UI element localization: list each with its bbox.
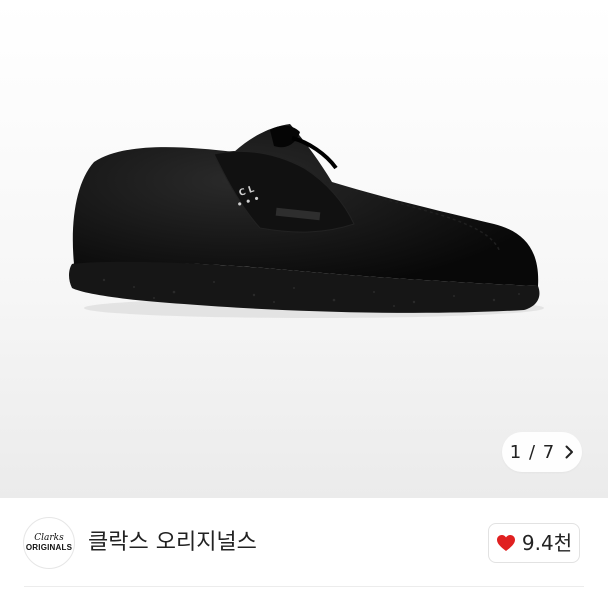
product-photo: C L • • • [69, 124, 544, 318]
logo-text-top: Clarks [34, 533, 64, 543]
seller-row: Clarks ORIGINALS 클락스 오리지널스 9.4천 [0, 498, 608, 608]
like-button[interactable]: 9.4천 [488, 523, 580, 563]
image-pager[interactable]: 1 / 7 [502, 432, 582, 472]
chevron-right-icon[interactable] [565, 445, 574, 459]
pager-counter: 1 / 7 [509, 441, 556, 463]
divider [24, 586, 584, 587]
seller-name[interactable]: 클락스 오리지널스 [88, 527, 257, 559]
like-count: 9.4천 [521, 531, 573, 555]
seller-avatar[interactable]: Clarks ORIGINALS [23, 517, 75, 569]
product-image-gallery[interactable]: C L • • • 1 / 7 [0, 0, 608, 498]
heart-icon [496, 535, 515, 551]
logo-text-bottom: ORIGINALS [25, 543, 73, 552]
